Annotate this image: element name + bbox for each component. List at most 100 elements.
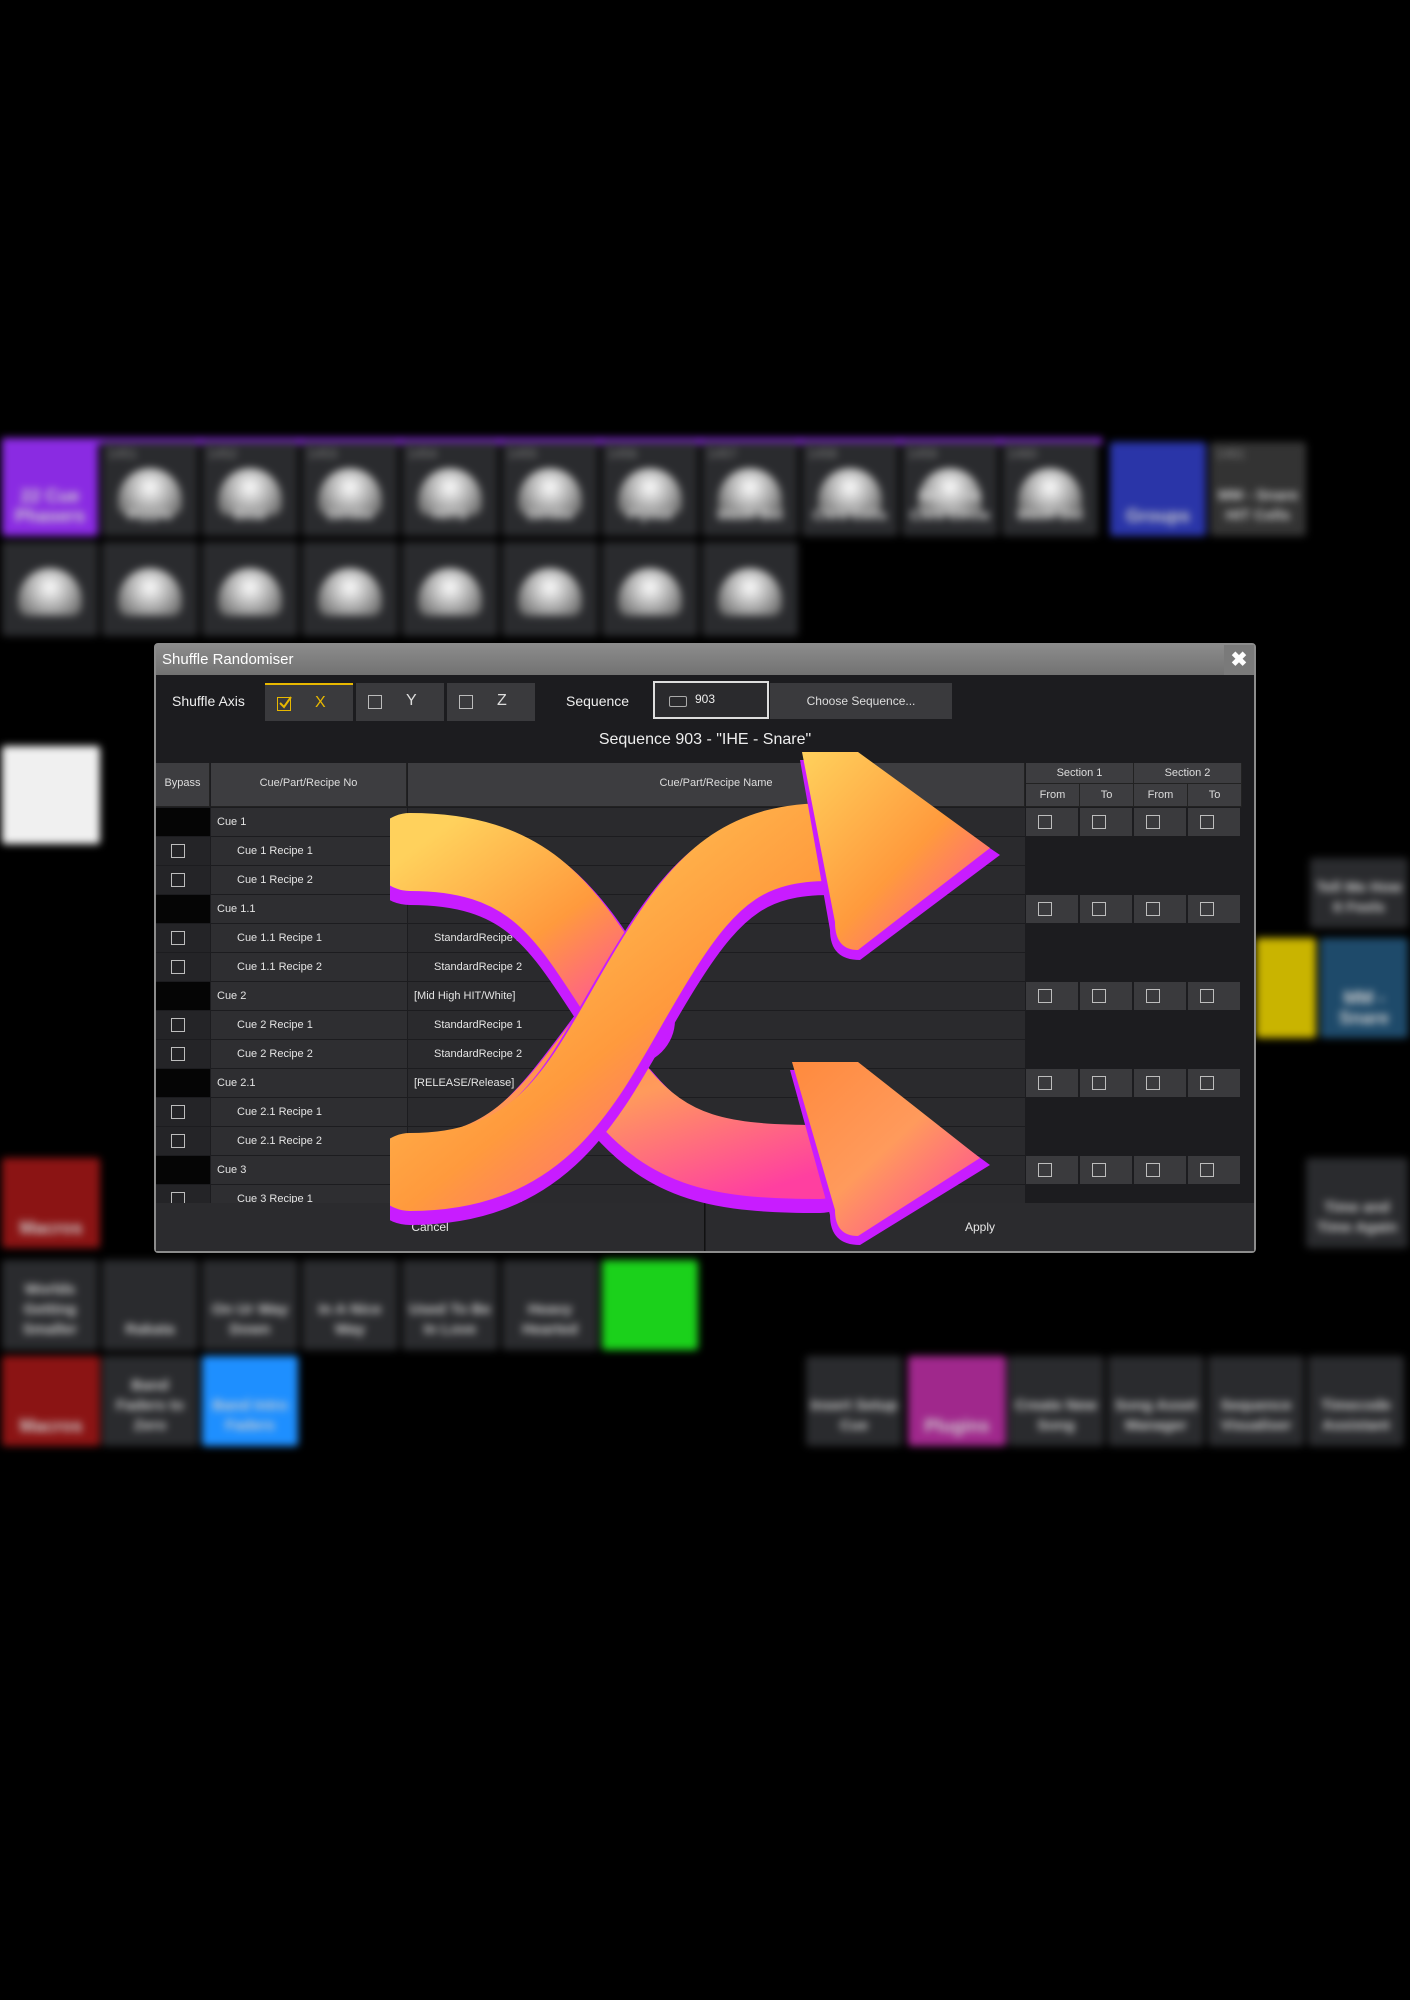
song-tile[interactable]: Worlds Getting Smaller <box>2 1260 98 1350</box>
phaser-tile[interactable]: 1453 Strobe <box>302 442 398 536</box>
bypass-checkbox[interactable] <box>171 844 185 858</box>
bypass-cell[interactable] <box>156 1185 210 1203</box>
song-tile[interactable]: On Ur Way Down <box>202 1260 298 1350</box>
bypass-checkbox[interactable] <box>171 1018 185 1032</box>
bypass-checkbox[interactable] <box>171 1105 185 1119</box>
section-checkbox[interactable] <box>1038 815 1052 829</box>
section-cell[interactable] <box>1188 1156 1240 1184</box>
section-checkbox[interactable] <box>1200 989 1214 1003</box>
phaser-tile[interactable]: 1457 Wash Bel <box>702 442 798 536</box>
phaser-tile[interactable]: 1452 Beat <box>202 442 298 536</box>
phaser-tile[interactable]: 1458 Chrs Cells <box>802 442 898 536</box>
song-tile[interactable]: Used To Be In Love <box>402 1260 498 1350</box>
yellow-tile[interactable] <box>1256 938 1316 1038</box>
section-checkbox[interactable] <box>1200 815 1214 829</box>
bypass-checkbox[interactable] <box>171 873 185 887</box>
section-cell[interactable] <box>1080 1156 1132 1184</box>
bypass-cell[interactable] <box>156 953 210 981</box>
section-checkbox[interactable] <box>1200 902 1214 916</box>
macros-tile[interactable]: Macros <box>2 1158 100 1248</box>
bypass-cell[interactable] <box>156 866 210 894</box>
section-cell[interactable] <box>1188 895 1240 923</box>
section-cell[interactable] <box>1188 1069 1240 1097</box>
macro-plugin-tile[interactable]: Create New Song <box>1008 1356 1104 1446</box>
section-cell[interactable] <box>1188 808 1240 836</box>
section-checkbox[interactable] <box>1092 1163 1106 1177</box>
section-checkbox[interactable] <box>1092 1076 1106 1090</box>
bypass-cell[interactable] <box>156 1127 210 1155</box>
section-checkbox[interactable] <box>1146 815 1160 829</box>
axis-y-toggle[interactable]: Y <box>356 683 444 721</box>
section-cell[interactable] <box>1026 895 1078 923</box>
macro-plugin-tile[interactable]: Sequence Visualiser <box>1208 1356 1304 1446</box>
section-cell[interactable] <box>1134 895 1186 923</box>
section-checkbox[interactable] <box>1038 989 1052 1003</box>
macro-plugin-tile[interactable]: Insert Setup Cue <box>806 1356 902 1446</box>
section-checkbox[interactable] <box>1200 1076 1214 1090</box>
macro-plugin-tile[interactable]: Band Intro Faders <box>202 1356 298 1446</box>
song-tile[interactable]: Rakata <box>102 1260 198 1350</box>
phaser-tile[interactable]: 1460 Wash Del <box>1002 442 1098 536</box>
phaser-tile[interactable] <box>502 542 598 636</box>
section-checkbox[interactable] <box>1200 1163 1214 1177</box>
section-cell[interactable] <box>1134 808 1186 836</box>
section-cell[interactable] <box>1080 808 1132 836</box>
section-checkbox[interactable] <box>1038 902 1052 916</box>
section-checkbox[interactable] <box>1146 1076 1160 1090</box>
section-checkbox[interactable] <box>1038 1076 1052 1090</box>
section-cell[interactable] <box>1026 982 1078 1010</box>
song-tile[interactable]: In A Nice Way <box>302 1260 398 1350</box>
section-checkbox[interactable] <box>1146 1163 1160 1177</box>
bypass-checkbox[interactable] <box>171 1047 185 1061</box>
section-checkbox[interactable] <box>1146 902 1160 916</box>
white-tile[interactable] <box>2 746 100 844</box>
mm-snare-tile[interactable]: MM - Snare <box>1320 938 1408 1038</box>
bypass-cell[interactable] <box>156 837 210 865</box>
section-cell[interactable] <box>1026 1156 1078 1184</box>
macro-plugin-tile[interactable]: Song Asset Manager <box>1108 1356 1204 1446</box>
phaser-tile[interactable]: 1456 Flyout <box>602 442 698 536</box>
phaser-tile[interactable] <box>702 542 798 636</box>
bypass-checkbox[interactable] <box>171 1192 185 1203</box>
bypass-cell[interactable] <box>156 924 210 952</box>
phaser-tile[interactable] <box>102 542 198 636</box>
tell-me-tile[interactable]: Tell Me How It Feels <box>1310 858 1408 928</box>
phaser-tile[interactable] <box>402 542 498 636</box>
section-checkbox[interactable] <box>1092 815 1106 829</box>
section-cell[interactable] <box>1134 1069 1186 1097</box>
macro-plugin-tile[interactable]: Band Faders to Zero <box>102 1356 198 1446</box>
section-cell[interactable] <box>1134 1156 1186 1184</box>
green-song-tile[interactable] <box>602 1260 698 1350</box>
snare-hit-tile[interactable]: 1461 MM - Snare HIT Cells <box>1210 442 1306 536</box>
section-checkbox[interactable] <box>1038 1163 1052 1177</box>
phaser-tile[interactable]: 1459 MM - Pre Chrs Circle <box>902 442 998 536</box>
cue-phasers-tile[interactable]: 22 Cue Phasers <box>2 442 98 536</box>
section-checkbox[interactable] <box>1092 902 1106 916</box>
choose-sequence-button[interactable]: Choose Sequence... <box>770 683 952 719</box>
macros-tile-2[interactable]: Macros <box>2 1356 100 1446</box>
bypass-checkbox[interactable] <box>171 931 185 945</box>
bypass-cell[interactable] <box>156 1098 210 1126</box>
close-x-icon[interactable]: ✖ <box>1224 645 1254 675</box>
time-again-tile[interactable]: Time and Time Again <box>1306 1158 1408 1248</box>
axis-z-toggle[interactable]: Z <box>447 683 535 721</box>
sequence-input[interactable]: 903 <box>653 681 769 719</box>
phaser-tile[interactable] <box>202 542 298 636</box>
phaser-tile[interactable]: 1455 Strobe <box>502 442 598 536</box>
section-cell[interactable] <box>1026 1069 1078 1097</box>
axis-x-toggle[interactable]: X <box>265 683 353 721</box>
section-cell[interactable] <box>1134 982 1186 1010</box>
section-cell[interactable] <box>1080 1069 1132 1097</box>
phaser-tile[interactable]: 1454 HITS <box>402 442 498 536</box>
section-cell[interactable] <box>1026 808 1078 836</box>
plugins-tile[interactable]: Plugins <box>908 1356 1006 1446</box>
section-cell[interactable] <box>1080 895 1132 923</box>
section-cell[interactable] <box>1080 982 1132 1010</box>
phaser-tile[interactable]: 1451 Ripple <box>102 442 198 536</box>
bypass-checkbox[interactable] <box>171 960 185 974</box>
phaser-tile[interactable] <box>2 542 98 636</box>
bypass-cell[interactable] <box>156 1011 210 1039</box>
section-checkbox[interactable] <box>1146 989 1160 1003</box>
groups-tile[interactable]: Groups <box>1110 442 1206 536</box>
macro-plugin-tile[interactable]: Timecode Assistant <box>1308 1356 1404 1446</box>
